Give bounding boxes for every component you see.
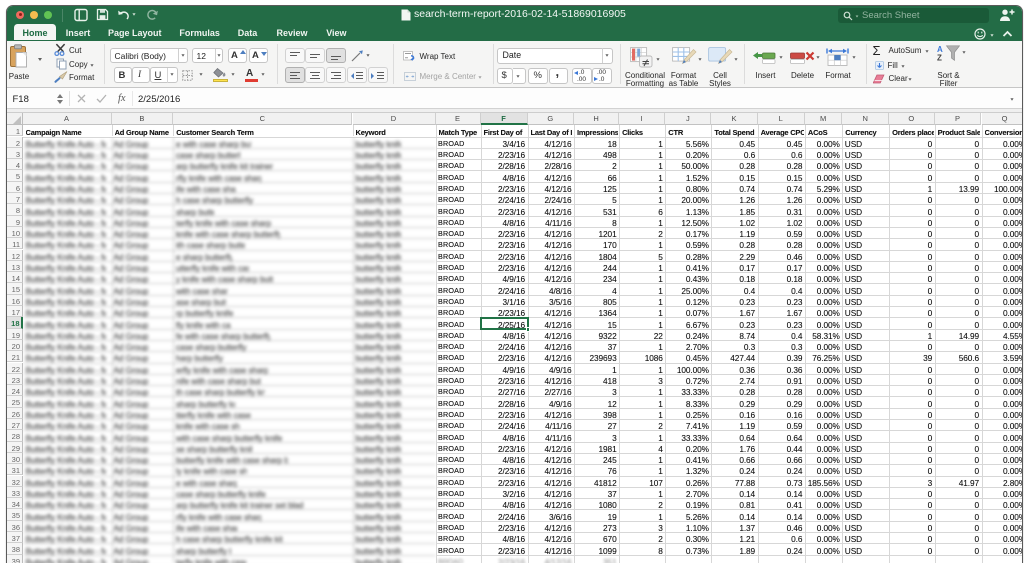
- svg-text:Z: Z: [937, 53, 942, 61]
